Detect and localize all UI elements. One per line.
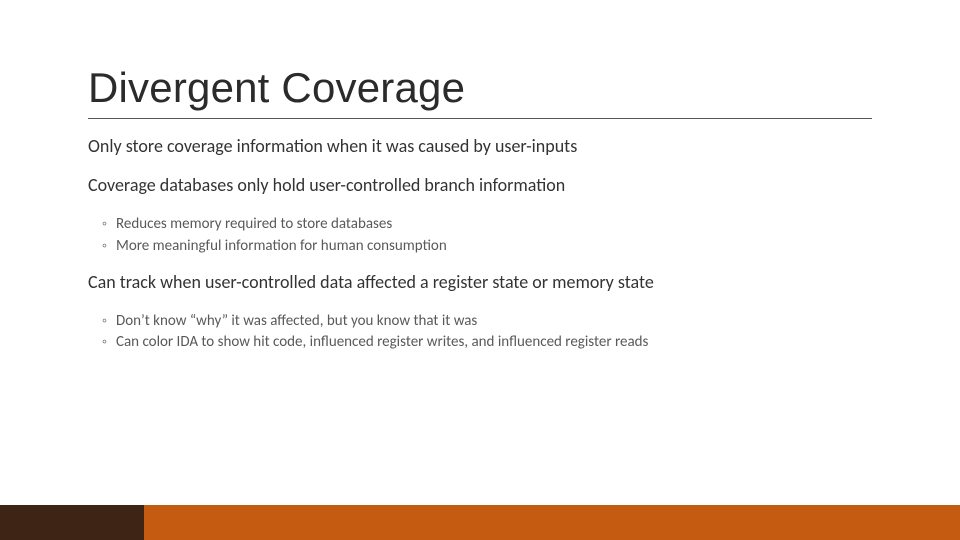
slide-title: Divergent Coverage xyxy=(88,64,872,112)
title-underline xyxy=(88,118,872,119)
list-item: Can color IDA to show hit code, influenc… xyxy=(102,332,872,354)
slide: Divergent Coverage Only store coverage i… xyxy=(0,0,960,540)
list-item: Don’t know “why” it was affected, but yo… xyxy=(102,311,872,333)
bar-segment-dark xyxy=(0,505,144,540)
lead-text-3: Can track when user-controlled data affe… xyxy=(88,271,872,294)
slide-content: Divergent Coverage Only store coverage i… xyxy=(0,0,960,354)
lead-text-2: Coverage databases only hold user-contro… xyxy=(88,174,872,197)
sub-list-2: Reduces memory required to store databas… xyxy=(88,214,872,258)
list-item: More meaningful information for human co… xyxy=(102,236,872,258)
lead-text-1: Only store coverage information when it … xyxy=(88,135,872,158)
bar-segment-orange xyxy=(144,505,960,540)
decorative-bottom-bar xyxy=(0,505,960,540)
sub-list-3: Don’t know “why” it was affected, but yo… xyxy=(88,311,872,355)
list-item: Reduces memory required to store databas… xyxy=(102,214,872,236)
